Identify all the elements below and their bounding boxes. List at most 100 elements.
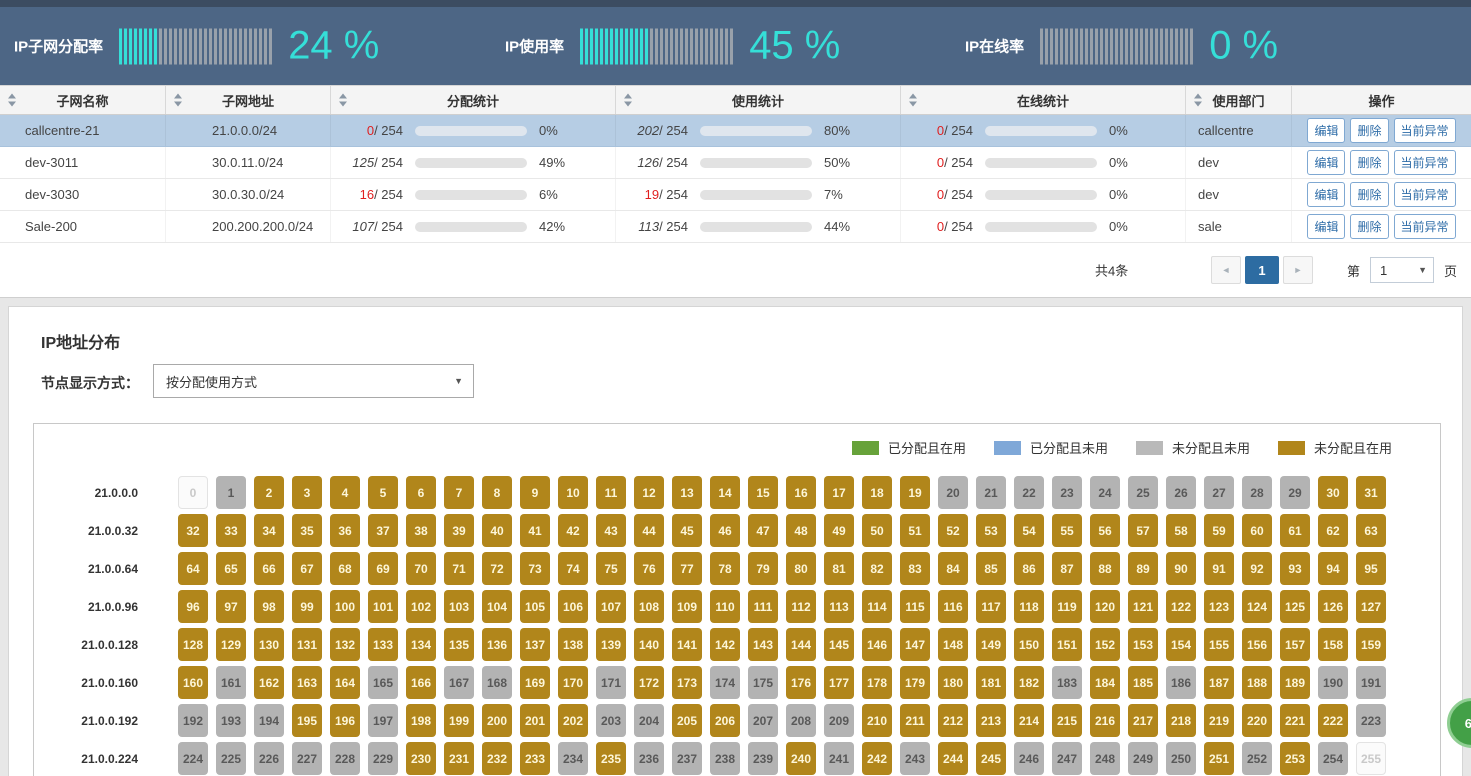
- ip-cell[interactable]: 155: [1204, 628, 1234, 661]
- ip-cell[interactable]: 241: [824, 742, 854, 775]
- ip-cell[interactable]: 64: [178, 552, 208, 585]
- ip-cell[interactable]: 157: [1280, 628, 1310, 661]
- ip-cell[interactable]: 40: [482, 514, 512, 547]
- ip-cell[interactable]: 200: [482, 704, 512, 737]
- ip-cell[interactable]: 245: [976, 742, 1006, 775]
- ip-cell[interactable]: 148: [938, 628, 968, 661]
- edit-button[interactable]: 编辑: [1307, 118, 1345, 143]
- ip-cell[interactable]: 120: [1090, 590, 1120, 623]
- ip-cell[interactable]: 90: [1166, 552, 1196, 585]
- ip-cell[interactable]: 67: [292, 552, 322, 585]
- ip-cell[interactable]: 1: [216, 476, 246, 509]
- delete-button[interactable]: 删除: [1350, 214, 1388, 239]
- ip-cell[interactable]: 218: [1166, 704, 1196, 737]
- ip-cell[interactable]: 230: [406, 742, 436, 775]
- ip-cell[interactable]: 89: [1128, 552, 1158, 585]
- edit-button[interactable]: 编辑: [1307, 150, 1345, 175]
- ip-cell[interactable]: 42: [558, 514, 588, 547]
- ip-cell[interactable]: 63: [1356, 514, 1386, 547]
- ip-cell[interactable]: 51: [900, 514, 930, 547]
- ip-cell[interactable]: 213: [976, 704, 1006, 737]
- ip-cell[interactable]: 104: [482, 590, 512, 623]
- ip-cell[interactable]: 219: [1204, 704, 1234, 737]
- ip-cell[interactable]: 217: [1128, 704, 1158, 737]
- ip-cell[interactable]: 168: [482, 666, 512, 699]
- ip-cell[interactable]: 136: [482, 628, 512, 661]
- ip-cell[interactable]: 205: [672, 704, 702, 737]
- sort-icon[interactable]: [1193, 94, 1202, 107]
- ip-cell[interactable]: 95: [1356, 552, 1386, 585]
- ip-cell[interactable]: 240: [786, 742, 816, 775]
- ip-cell[interactable]: 221: [1280, 704, 1310, 737]
- page-number-button[interactable]: 1: [1245, 256, 1279, 284]
- ip-cell[interactable]: 176: [786, 666, 816, 699]
- ip-cell[interactable]: 2: [254, 476, 284, 509]
- ip-cell[interactable]: 116: [938, 590, 968, 623]
- ip-cell[interactable]: 139: [596, 628, 626, 661]
- ip-cell[interactable]: 76: [634, 552, 664, 585]
- ip-cell[interactable]: 177: [824, 666, 854, 699]
- ip-cell[interactable]: 72: [482, 552, 512, 585]
- ip-cell[interactable]: 111: [748, 590, 778, 623]
- ip-cell[interactable]: 153: [1128, 628, 1158, 661]
- ip-cell[interactable]: 5: [368, 476, 398, 509]
- ip-cell[interactable]: 27: [1204, 476, 1234, 509]
- ip-cell[interactable]: 98: [254, 590, 284, 623]
- ip-cell[interactable]: 36: [330, 514, 360, 547]
- ip-cell[interactable]: 180: [938, 666, 968, 699]
- ip-cell[interactable]: 183: [1052, 666, 1082, 699]
- ip-cell[interactable]: 236: [634, 742, 664, 775]
- ip-cell[interactable]: 99: [292, 590, 322, 623]
- ip-cell[interactable]: 122: [1166, 590, 1196, 623]
- sort-icon[interactable]: [338, 94, 347, 107]
- ip-cell[interactable]: 216: [1090, 704, 1120, 737]
- ip-cell[interactable]: 107: [596, 590, 626, 623]
- ip-cell[interactable]: 203: [596, 704, 626, 737]
- ip-cell[interactable]: 30: [1318, 476, 1348, 509]
- ip-cell[interactable]: 231: [444, 742, 474, 775]
- ip-cell[interactable]: 232: [482, 742, 512, 775]
- ip-cell[interactable]: 166: [406, 666, 436, 699]
- ip-cell[interactable]: 191: [1356, 666, 1386, 699]
- ip-cell[interactable]: 25: [1128, 476, 1158, 509]
- ip-cell[interactable]: 215: [1052, 704, 1082, 737]
- ip-cell[interactable]: 85: [976, 552, 1006, 585]
- ip-cell[interactable]: 147: [900, 628, 930, 661]
- ip-cell[interactable]: 244: [938, 742, 968, 775]
- ip-cell[interactable]: 124: [1242, 590, 1272, 623]
- ip-cell[interactable]: 9: [520, 476, 550, 509]
- ip-cell[interactable]: 126: [1318, 590, 1348, 623]
- next-page-button[interactable]: ►: [1283, 256, 1313, 284]
- ip-cell[interactable]: 252: [1242, 742, 1272, 775]
- ip-cell[interactable]: 24: [1090, 476, 1120, 509]
- ip-cell[interactable]: 131: [292, 628, 322, 661]
- ip-cell[interactable]: 199: [444, 704, 474, 737]
- ip-cell[interactable]: 128: [178, 628, 208, 661]
- ip-cell[interactable]: 82: [862, 552, 892, 585]
- ip-cell[interactable]: 109: [672, 590, 702, 623]
- ip-cell[interactable]: 117: [976, 590, 1006, 623]
- ip-cell[interactable]: 214: [1014, 704, 1044, 737]
- ip-cell[interactable]: 222: [1318, 704, 1348, 737]
- ip-cell[interactable]: 228: [330, 742, 360, 775]
- ip-cell[interactable]: 132: [330, 628, 360, 661]
- ip-cell[interactable]: 21: [976, 476, 1006, 509]
- ip-cell[interactable]: 56: [1090, 514, 1120, 547]
- ip-cell[interactable]: 201: [520, 704, 550, 737]
- ip-cell[interactable]: 211: [900, 704, 930, 737]
- ip-cell[interactable]: 101: [368, 590, 398, 623]
- ip-cell[interactable]: 187: [1204, 666, 1234, 699]
- ip-cell[interactable]: 3: [292, 476, 322, 509]
- ip-cell[interactable]: 129: [216, 628, 246, 661]
- ip-cell[interactable]: 246: [1014, 742, 1044, 775]
- ip-cell[interactable]: 198: [406, 704, 436, 737]
- ip-cell[interactable]: 7: [444, 476, 474, 509]
- ip-cell[interactable]: 34: [254, 514, 284, 547]
- ip-cell[interactable]: 44: [634, 514, 664, 547]
- ip-cell[interactable]: 48: [786, 514, 816, 547]
- ip-cell[interactable]: 192: [178, 704, 208, 737]
- ip-cell[interactable]: 62: [1318, 514, 1348, 547]
- ip-cell[interactable]: 84: [938, 552, 968, 585]
- ip-cell[interactable]: 229: [368, 742, 398, 775]
- ip-cell[interactable]: 125: [1280, 590, 1310, 623]
